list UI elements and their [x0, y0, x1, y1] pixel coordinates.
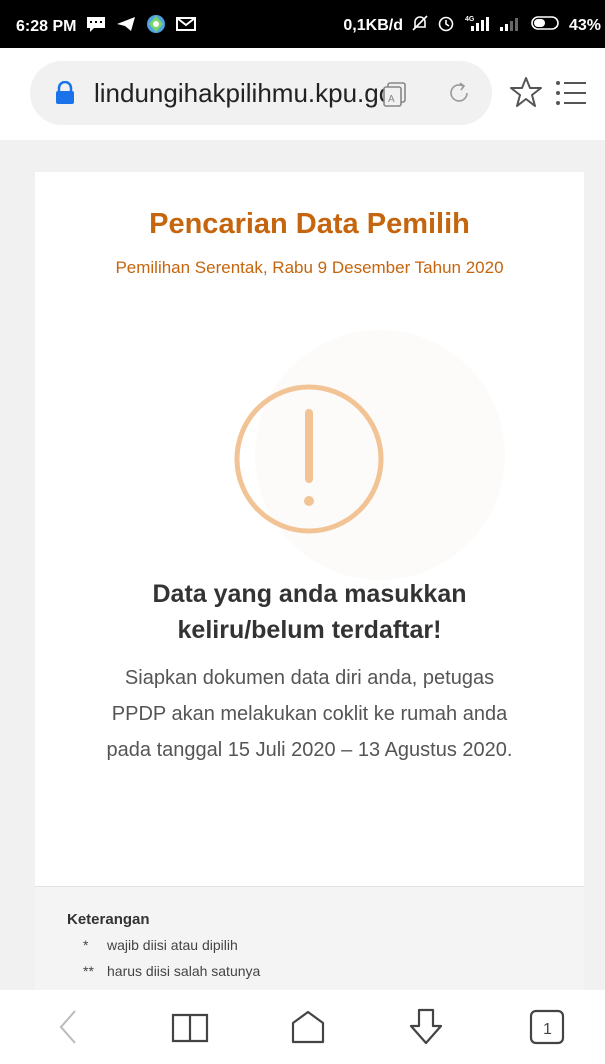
gmail-icon [176, 16, 197, 37]
tab-count: 1 [543, 1021, 552, 1038]
page-subtitle: Pemilihan Serentak, Rabu 9 Desember Tahu… [115, 258, 504, 277]
silent-icon [411, 14, 429, 37]
battery-icon [531, 14, 561, 37]
url-text[interactable]: lindungihakpilihmu.kpu.go.id [94, 78, 384, 109]
network-speed: 0,1KB/d [343, 16, 403, 34]
browser-toolbar: lindungihakpilihmu.kpu.go.id A [0, 48, 605, 140]
home-icon[interactable] [288, 1007, 328, 1052]
svg-text:A: A [388, 94, 395, 105]
alert-message: Siapkan dokumen data diri anda, petugas … [35, 660, 584, 768]
alarm-icon [437, 14, 455, 37]
legend-text: harus diisi salah satunya [107, 963, 261, 979]
legend-item: * wajib diisi atau dipilih [83, 937, 238, 953]
reload-icon[interactable] [446, 80, 472, 111]
legend-section: Keterangan * wajib diisi atau dipilih ** h… [35, 886, 584, 991]
menu-icon[interactable] [555, 80, 587, 111]
star-icon[interactable] [510, 76, 542, 113]
alert-message-line3: pada tanggal 15 Juli 2020 – 13 Agustus 2… [106, 739, 513, 761]
bookmarks-icon[interactable] [170, 1007, 210, 1052]
alert-title: Data yang anda masukkan keliru/belum ter… [35, 576, 584, 648]
tabs-icon[interactable]: 1 [528, 1007, 566, 1052]
alert-message-line1: Siapkan dokumen data diri anda, petugas [124, 667, 495, 689]
legend-mark: * [83, 937, 89, 953]
signal-4g-icon: 4G [463, 14, 491, 37]
status-time: 6:28 PM [16, 17, 77, 35]
result-card: Pencarian Data Pemilih Pemilihan Serenta… [35, 172, 584, 886]
battery-percent: 43% [568, 16, 601, 34]
browser-nav-bar: 1 [0, 990, 605, 1064]
legend-text: wajib diisi atau dipilih [107, 937, 238, 953]
status-bar: 6:28 PM 0,1KB/d 4G 43% [0, 0, 605, 48]
warning-icon [233, 383, 385, 540]
telegram-icon [116, 16, 136, 37]
alert-message-line2: PPDP akan melakukan coklit ke rumah anda [111, 703, 508, 725]
download-icon[interactable] [406, 1007, 446, 1052]
alert-title-line1: Data yang anda masukkan [152, 580, 467, 608]
app-icon [146, 14, 166, 39]
signal-icon [499, 14, 523, 37]
lock-icon[interactable] [54, 80, 76, 110]
page-title: Pencarian Data Pemilih [149, 208, 470, 240]
alert-title-line2: keliru/belum terdaftar! [177, 616, 442, 644]
legend-item: ** harus diisi salah satunya [83, 963, 260, 979]
legend-mark: ** [83, 963, 94, 979]
chat-icon [86, 16, 106, 37]
back-icon[interactable] [55, 1007, 81, 1052]
svg-text:4G: 4G [465, 16, 475, 23]
legend-heading: Keterangan [67, 911, 150, 928]
address-bar[interactable]: lindungihakpilihmu.kpu.go.id A [30, 61, 492, 125]
reader-mode-icon[interactable]: A [382, 81, 408, 112]
